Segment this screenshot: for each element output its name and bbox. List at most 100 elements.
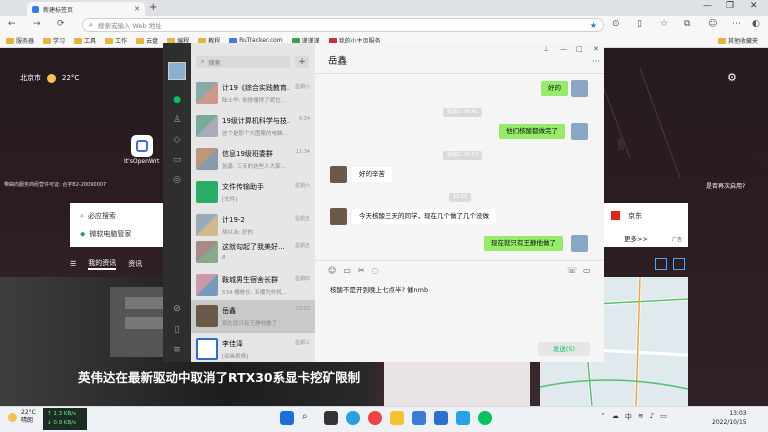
message-bubble-received[interactable]: 好的辛苦	[352, 167, 392, 182]
settings-menu-icon[interactable]: ⋯	[732, 19, 741, 29]
contact-avatar[interactable]	[330, 208, 347, 225]
pc-manager-icon: ◆	[80, 230, 86, 238]
files-icon[interactable]: ▭	[172, 155, 182, 165]
menu-icon[interactable]: ≡	[172, 345, 182, 355]
minimize-icon[interactable]: —	[560, 45, 567, 53]
close-tab-icon[interactable]: ✕	[134, 5, 140, 13]
chevron-up-icon[interactable]: ⌃	[600, 412, 606, 422]
clock[interactable]: 13:03 2022/10/15	[712, 409, 747, 427]
more-options-icon[interactable]: ···	[592, 57, 600, 66]
scissors-icon[interactable]: ✂	[358, 266, 365, 275]
pc-manager-link[interactable]: ◆ 微软电脑管家	[80, 229, 131, 239]
favorites-box-icon[interactable]: ◇	[172, 135, 182, 145]
chat-item-selected[interactable]: 岳鑫 现在就只有王静他做了 13:02	[191, 300, 315, 333]
list-view-icon[interactable]	[673, 258, 685, 270]
video-call-icon[interactable]: ▭	[583, 266, 591, 275]
message-bubble-received[interactable]: 今天核酸三天的同学，现在几个做了几个没做	[352, 209, 496, 224]
chat-item[interactable]: 计19《综合实践教育... 陆士华: 你很懂得了呢位... 星期六	[191, 77, 315, 110]
tab-news[interactable]: 资讯	[128, 259, 142, 269]
close-icon[interactable]: ✕	[750, 1, 758, 11]
maximize-icon[interactable]: ❐	[726, 1, 734, 11]
contact-avatar[interactable]	[330, 166, 347, 183]
wechat-icon[interactable]	[478, 411, 492, 425]
my-avatar[interactable]	[571, 80, 588, 97]
taskbar-weather[interactable]: 22°C 晴朗	[8, 409, 36, 425]
chat-item[interactable]: 文件传输助手 [文件] 星期六	[191, 176, 315, 209]
mail-icon[interactable]	[434, 411, 448, 425]
send-button[interactable]: 发送(S)	[538, 342, 590, 356]
chat-item[interactable]: 李佳泽 [动画表情] 星期三	[191, 333, 315, 362]
moments-icon[interactable]: ◎	[172, 175, 182, 185]
refresh-icon[interactable]: ⟳	[57, 19, 65, 29]
network-speed-widget[interactable]: ↑ 1.3 KB/s ↓ 0.9 KB/s	[43, 408, 87, 430]
edge-icon[interactable]	[346, 411, 360, 425]
browser-tab[interactable]: 新建标签页 ✕	[27, 2, 145, 16]
minimize-icon[interactable]: —	[703, 1, 712, 11]
close-icon[interactable]: ✕	[593, 45, 599, 53]
contacts-icon[interactable]: ♙	[172, 115, 182, 125]
phone-icon[interactable]: ▯	[172, 325, 182, 335]
edge-bar-icon[interactable]: ◐	[752, 19, 760, 29]
bookmark-item[interactable]: 云盘	[136, 36, 158, 45]
collections-icon[interactable]: ⧉	[684, 19, 690, 29]
wifi-icon[interactable]: ≋	[638, 412, 644, 422]
other-bookmarks[interactable]: 其他收藏夹	[718, 36, 758, 45]
qq-icon[interactable]	[456, 411, 470, 425]
address-input[interactable]: ⌕ 搜索或输入 Web 地址 ★	[82, 18, 604, 32]
reenable-text[interactable]: 是否再次启用?	[706, 181, 745, 190]
bing-search-link[interactable]: ⌕ 必应搜索	[80, 211, 116, 221]
search-input[interactable]: ⌕ 搜索	[196, 56, 290, 68]
forward-icon[interactable]: →	[33, 19, 41, 29]
battery-icon[interactable]: ▭	[660, 412, 667, 422]
bookmark-item[interactable]: 服务器	[6, 36, 34, 45]
grid-view-icon[interactable]	[655, 258, 667, 270]
message-bubble-sent[interactable]: 好的	[541, 81, 568, 96]
store-icon[interactable]	[412, 411, 426, 425]
folder-icon[interactable]: ▭	[343, 266, 351, 275]
volume-icon[interactable]: ♪	[650, 412, 654, 422]
page-settings-icon[interactable]: ⚙	[727, 71, 737, 84]
pin-icon[interactable]: ⊥	[543, 45, 549, 53]
message-bubble-sent[interactable]: 他们核酸都做完了	[499, 124, 565, 139]
extension-icon[interactable]: ⊙	[612, 19, 620, 29]
chat-item[interactable]: 19级计算机科学与技... 这个是那个大图案的电脑... 9:34	[191, 110, 315, 143]
more-link[interactable]: 更多>>	[624, 233, 648, 243]
chat-item[interactable]: 鞍城男生宿舍长群 534 楼栋长: 五楼为外机... 星期四	[191, 269, 315, 302]
chat-history-icon[interactable]: ◌	[372, 266, 379, 275]
split-screen-icon[interactable]: ▯	[637, 19, 642, 29]
voice-call-icon[interactable]: ☏	[567, 266, 577, 275]
bookmark-item[interactable]: 工具	[74, 36, 96, 45]
message-bubble-sent[interactable]: 现在就只有王静他做了	[484, 236, 563, 251]
input-language[interactable]: 中	[625, 412, 632, 422]
bookmark-item[interactable]: 学习	[43, 36, 65, 45]
message-input[interactable]: 核酸不是开到晚上七点半? 催nmb	[330, 284, 428, 294]
start-icon[interactable]	[280, 411, 294, 425]
ad-card[interactable]: 京东 更多>> 广告	[604, 203, 688, 247]
search-icon[interactable]: ⌕	[302, 411, 316, 425]
back-icon[interactable]: ←	[8, 19, 16, 29]
jd-link[interactable]: 京东	[628, 211, 642, 221]
my-avatar[interactable]	[168, 62, 186, 80]
emoji-icon[interactable]: ☺	[328, 266, 336, 275]
file-explorer-icon[interactable]	[390, 411, 404, 425]
openwrt-shortcut[interactable]	[131, 135, 153, 157]
weather-widget[interactable]: 北京市 22°C	[20, 73, 79, 83]
chat-item[interactable]: 信息19级班委群 张鑫: 三天的这些人大家... 11:34	[191, 143, 315, 176]
bookmark-item[interactable]: 工作	[105, 36, 127, 45]
cloud-icon[interactable]: ☁	[612, 412, 619, 422]
task-view-icon[interactable]	[324, 411, 338, 425]
my-avatar[interactable]	[571, 235, 588, 252]
mini-program-icon[interactable]: ⊘	[172, 304, 182, 314]
tab-my-feed[interactable]: 我的资讯	[88, 258, 117, 270]
chat-item[interactable]: 这就勾起了我美好... 8 星期五	[191, 236, 315, 269]
chrome-icon[interactable]	[368, 411, 382, 425]
my-avatar[interactable]	[571, 123, 588, 140]
menu-icon[interactable]: ☰	[70, 260, 76, 268]
favorites-icon[interactable]: ☆	[660, 19, 668, 29]
maximize-icon[interactable]: □	[576, 45, 583, 53]
profile-icon[interactable]: ☺	[708, 19, 717, 29]
favorite-star-icon[interactable]: ★	[590, 21, 597, 30]
chat-icon[interactable]: ●	[172, 95, 182, 105]
new-tab-button[interactable]: +	[149, 2, 157, 13]
add-chat-button[interactable]: +	[295, 56, 309, 68]
